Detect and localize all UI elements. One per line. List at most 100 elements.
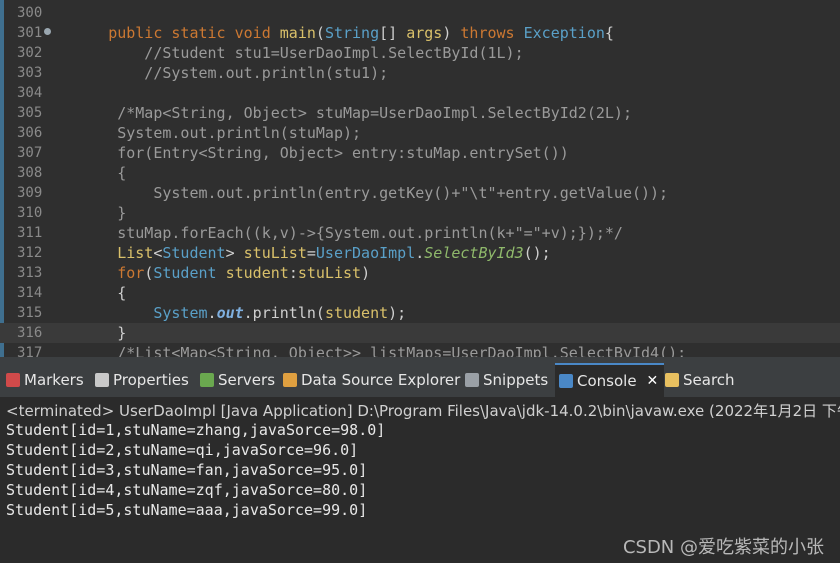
code-token: for: [117, 264, 145, 282]
code-token: main: [279, 24, 316, 42]
code-token: Student: [162, 244, 226, 262]
line-number: 308: [17, 165, 43, 181]
code-line[interactable]: 311 stuMap.forEach((k,v)->{System.out.pr…: [0, 223, 840, 243]
code-text: stuMap.forEach((k,v)->{System.out.printl…: [54, 223, 623, 243]
code-token: stuMap.forEach((k,v)->{System.out.printl…: [54, 224, 623, 242]
fold-marker-icon[interactable]: [44, 28, 51, 35]
code-token: throws: [460, 24, 524, 42]
tab-label: Servers: [218, 371, 276, 389]
code-line[interactable]: 305 /*Map<String, Object> stuMap=UserDao…: [0, 103, 840, 123]
code-text: System.out.println(entry.getKey()+"\t"+e…: [54, 183, 668, 203]
line-number: 312: [17, 245, 43, 261]
line-number: 315: [17, 305, 43, 321]
code-token: UserDaoImpl: [315, 244, 416, 262]
tab-label: Search: [683, 371, 735, 389]
search-icon: [665, 373, 679, 387]
close-icon[interactable]: ✕: [647, 365, 659, 397]
tab-data-source-explorer[interactable]: Data Source Explorer: [283, 363, 460, 397]
code-line[interactable]: 310 }: [0, 203, 840, 223]
properties-icon: [95, 373, 109, 387]
tab-console[interactable]: Console ✕: [555, 363, 665, 397]
code-text: System.out.println(stuMap);: [54, 123, 361, 143]
line-number: 305: [17, 105, 43, 121]
code-text: //System.out.println(stu1);: [54, 63, 388, 83]
console-output-line: Student[id=1,stuName=zhang,javaSorce=98.…: [6, 421, 386, 439]
code-line[interactable]: 301 public static void main(String[] arg…: [0, 23, 840, 43]
code-line[interactable]: 315 System.out.println(student);: [0, 303, 840, 323]
code-line[interactable]: 316 }: [0, 323, 840, 343]
code-token: List: [117, 244, 154, 262]
code-token: }: [54, 324, 127, 342]
code-token: args: [406, 24, 443, 42]
code-token: ();: [523, 244, 551, 262]
code-token: ): [442, 24, 461, 42]
code-token: {: [604, 24, 614, 42]
line-number: 307: [17, 145, 43, 161]
tab-search[interactable]: Search: [665, 363, 735, 397]
code-token: SelectById3: [424, 244, 524, 262]
code-line[interactable]: 308 {: [0, 163, 840, 183]
code-token: :: [288, 264, 298, 282]
code-text: List<Student> stuList=UserDaoImpl.Select…: [54, 243, 551, 263]
line-number: 317: [17, 345, 43, 357]
code-token: for(Entry<String, Object> entry:stuMap.e…: [54, 144, 569, 162]
tab-properties[interactable]: Properties: [95, 363, 189, 397]
tab-servers[interactable]: Servers: [200, 363, 275, 397]
code-token: Student: [153, 264, 226, 282]
code-line[interactable]: 302 //Student stu1=UserDaoImpl.SelectByI…: [0, 43, 840, 63]
code-token: System.out.println(entry.getKey()+"\t"+e…: [54, 184, 669, 202]
line-number: 304: [17, 85, 43, 101]
code-token: System.out.println(stuMap);: [54, 124, 362, 142]
code-token: //Student stu1=UserDaoImpl.SelectById(1L…: [54, 44, 524, 62]
tab-markers[interactable]: Markers: [6, 363, 84, 397]
line-number: 303: [17, 65, 43, 81]
code-line[interactable]: 303 //System.out.println(stu1);: [0, 63, 840, 83]
code-line[interactable]: 304: [0, 83, 840, 103]
code-token: (: [144, 264, 154, 282]
console-output-line: Student[id=5,stuName=aaa,javaSorce=99.0]: [6, 501, 368, 519]
code-token: out: [216, 304, 244, 322]
console-icon: [559, 374, 573, 388]
markers-icon: [6, 373, 20, 387]
code-line[interactable]: 307 for(Entry<String, Object> entry:stuM…: [0, 143, 840, 163]
code-token: =: [306, 244, 316, 262]
code-text: System.out.println(student);: [54, 303, 406, 323]
code-token: .println(: [243, 304, 325, 322]
code-text: }: [54, 203, 126, 223]
code-token: {: [54, 164, 127, 182]
code-token: stuList: [297, 264, 362, 282]
snippets-icon: [465, 373, 479, 387]
code-line[interactable]: 309 System.out.println(entry.getKey()+"\…: [0, 183, 840, 203]
code-token: student: [324, 304, 389, 322]
line-number: 313: [17, 265, 43, 281]
line-number: 316: [17, 325, 43, 341]
code-line[interactable]: 317 /*List<Map<String, Object>> listMaps…: [0, 343, 840, 357]
code-text: {: [54, 163, 126, 183]
line-number: 300: [17, 5, 43, 21]
servers-icon: [200, 373, 214, 387]
code-text: for(Student student:stuList): [54, 263, 370, 283]
code-token: >: [225, 244, 244, 262]
code-token: .: [415, 244, 425, 262]
code-token: Exception: [523, 24, 605, 42]
code-line[interactable]: 314 {: [0, 283, 840, 303]
console-output-line: Student[id=2,stuName=qi,javaSorce=96.0]: [6, 441, 359, 459]
line-number: 301: [17, 25, 43, 41]
code-line[interactable]: 312 List<Student> stuList=UserDaoImpl.Se…: [0, 243, 840, 263]
tab-label: Data Source Explorer: [301, 371, 461, 389]
code-token: System: [153, 304, 208, 322]
console-status: <terminated> UserDaoImpl [Java Applicati…: [6, 402, 840, 420]
view-tab-bar: Markers Properties Servers Data Source Expl…: [0, 363, 840, 397]
code-line[interactable]: 306 System.out.println(stuMap);: [0, 123, 840, 143]
console-output-line: Student[id=3,stuName=fan,javaSorce=95.0]: [6, 461, 368, 479]
tab-label: Markers: [24, 371, 84, 389]
code-line[interactable]: 300: [0, 3, 840, 23]
code-editor[interactable]: 300 301 public static void main(String[] …: [0, 0, 840, 357]
line-number: 309: [17, 185, 43, 201]
code-token: {: [54, 284, 127, 302]
tab-snippets[interactable]: Snippets: [465, 363, 548, 397]
code-line[interactable]: 313 for(Student student:stuList): [0, 263, 840, 283]
code-text: public static void main(String[] args) t…: [54, 23, 614, 43]
tab-label: Properties: [113, 371, 189, 389]
